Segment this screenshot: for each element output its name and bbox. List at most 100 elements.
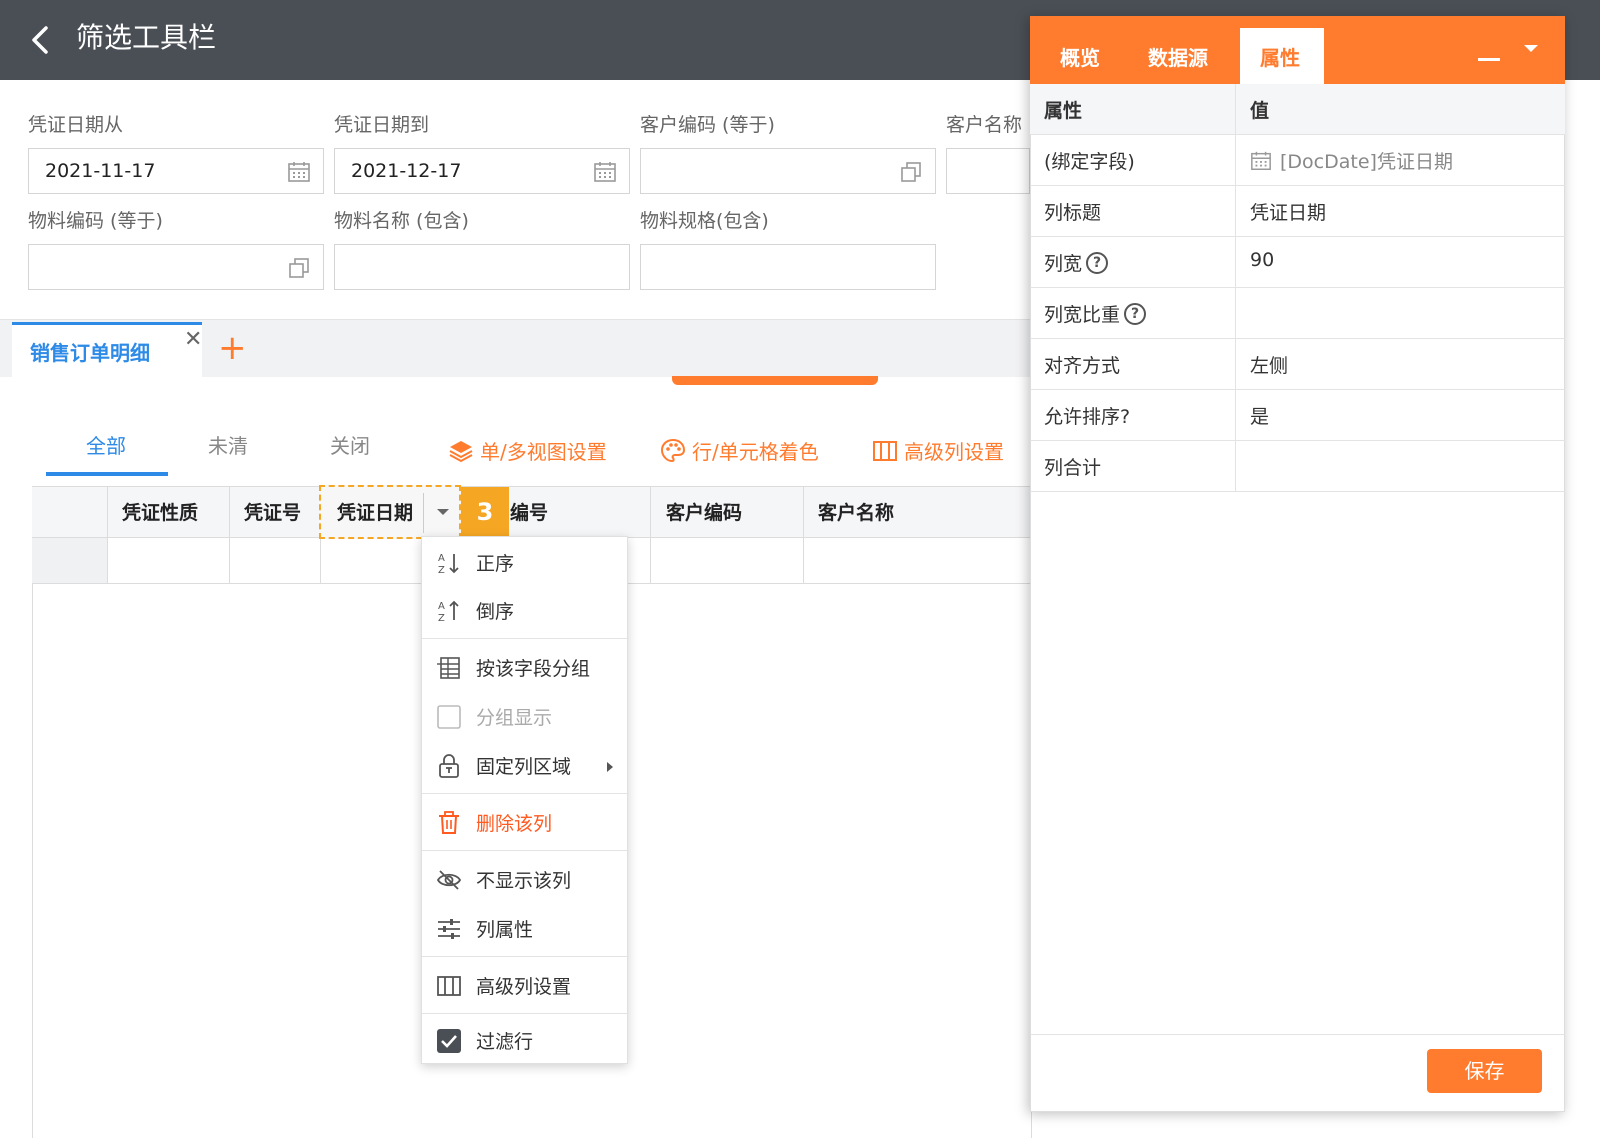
col-divider — [229, 486, 230, 584]
menu-label: 不显示该列 — [476, 870, 572, 892]
menu-item-group-by[interactable]: 按该字段分组 — [422, 644, 629, 690]
back-icon[interactable] — [26, 20, 56, 60]
column-header-customer-name[interactable]: 客户名称 — [818, 498, 894, 525]
add-tab-icon[interactable]: + — [218, 328, 247, 368]
menu-separator — [422, 793, 629, 794]
menu-item-freeze[interactable]: 固定列区域 — [422, 742, 629, 788]
column-header-voucher-no[interactable]: 凭证号 — [244, 498, 301, 525]
property-key: 列宽比重 — [1044, 304, 1121, 326]
copy-lookup-icon[interactable] — [899, 160, 923, 184]
subtab-underline — [46, 472, 168, 476]
close-icon[interactable]: ✕ — [184, 327, 202, 352]
customer-code-label: 客户编码 (等于) — [640, 114, 775, 136]
layers-icon — [449, 440, 473, 462]
subtab-open[interactable]: 未清 — [208, 430, 248, 459]
property-value[interactable]: 是 — [1250, 402, 1269, 429]
customer-name-input[interactable] — [946, 148, 1030, 194]
material-name-input[interactable] — [334, 244, 630, 290]
menu-separator — [422, 850, 629, 851]
property-header-key: 属性 — [1044, 100, 1083, 122]
columns-icon — [873, 440, 897, 461]
property-value[interactable]: 90 — [1250, 249, 1274, 271]
cell-divider — [1235, 135, 1236, 186]
customer-code-input[interactable] — [640, 148, 936, 194]
property-key: 对齐方式 — [1044, 355, 1121, 377]
columns-icon — [437, 976, 461, 996]
svg-text:Z: Z — [438, 613, 445, 624]
property-value[interactable]: 左侧 — [1250, 351, 1288, 378]
dropdown-icon[interactable] — [1524, 45, 1538, 52]
property-row-column-width[interactable]: 列宽 ? 90 — [1030, 237, 1565, 288]
property-row-column-title[interactable]: 列标题 凭证日期 — [1030, 186, 1565, 237]
copy-lookup-icon[interactable] — [287, 256, 311, 280]
menu-label: 倒序 — [476, 601, 515, 623]
menu-item-group-display[interactable]: 分组显示 — [422, 693, 629, 739]
subtab-all[interactable]: 全部 — [86, 430, 126, 459]
column-header-voucher-date[interactable]: 凭证日期 — [319, 485, 461, 539]
property-key: 列合计 — [1044, 457, 1102, 479]
voucher-date-to-input[interactable]: 2021-12-17 — [334, 148, 630, 194]
menu-item-advanced-columns[interactable]: 高级列设置 — [422, 962, 629, 1008]
row-header — [32, 538, 107, 584]
sliders-icon — [438, 919, 460, 939]
property-value[interactable]: [DocDate]凭证日期 — [1250, 147, 1453, 174]
panel-tab-datasource[interactable]: 数据源 — [1148, 42, 1208, 71]
panel-tab-properties[interactable]: 属性 — [1240, 28, 1324, 84]
property-row-alignment[interactable]: 对齐方式 左侧 — [1030, 339, 1565, 390]
menu-item-hide-column[interactable]: 不显示该列 — [422, 856, 629, 902]
lock-icon — [439, 754, 459, 778]
caret-down-icon[interactable] — [437, 509, 449, 515]
svg-text:Z: Z — [438, 565, 445, 576]
property-row-sortable[interactable]: 允许排序? 是 — [1030, 390, 1565, 441]
voucher-date-from-input[interactable]: 2021-11-17 — [28, 148, 324, 194]
menu-item-sort-desc[interactable]: AZ 倒序 — [422, 587, 629, 633]
voucher-date-to-value: 2021-12-17 — [351, 160, 462, 182]
col-divider — [650, 486, 651, 584]
menu-item-filter-row[interactable]: 过滤行 — [422, 1017, 629, 1063]
material-name-label: 物料名称 (包含) — [334, 210, 469, 232]
property-row-column-total[interactable]: 列合计 — [1030, 441, 1565, 492]
property-value[interactable]: 凭证日期 — [1250, 198, 1326, 225]
property-row-bound-field[interactable]: (绑定字段) [DocDate]凭证日期 — [1030, 135, 1565, 186]
panel-tab-overview[interactable]: 概览 — [1060, 42, 1100, 71]
menu-item-sort-asc[interactable]: AZ 正序 — [422, 539, 629, 585]
calendar-icon[interactable] — [593, 160, 617, 184]
menu-label: 删除该列 — [476, 813, 553, 835]
save-button[interactable]: 保存 — [1427, 1049, 1542, 1093]
view-settings-button[interactable]: 单/多视图设置 — [448, 436, 607, 465]
column-header-customer-code[interactable]: 客户编码 — [666, 498, 742, 525]
help-icon[interactable]: ? — [1086, 251, 1109, 274]
material-spec-input[interactable] — [640, 244, 936, 290]
column-header-order-no[interactable]: 编号 — [510, 498, 548, 525]
cell-divider — [1235, 339, 1236, 390]
advanced-columns-label: 高级列设置 — [904, 440, 1004, 464]
advanced-columns-button[interactable]: 高级列设置 — [872, 436, 1004, 465]
property-row-width-ratio[interactable]: 列宽比重 ? — [1030, 288, 1565, 339]
cell-coloring-button[interactable]: 行/单元格着色 — [660, 436, 819, 465]
help-icon[interactable]: ? — [1124, 302, 1147, 325]
material-code-label: 物料编码 (等于) — [28, 210, 163, 232]
column-header-voucher-type[interactable]: 凭证性质 — [122, 498, 198, 525]
tab-sales-order-detail[interactable]: 销售订单明细 ✕ — [12, 322, 202, 378]
menu-item-column-properties[interactable]: 列属性 — [422, 905, 629, 951]
material-code-input[interactable] — [28, 244, 324, 290]
submenu-arrow-icon — [607, 762, 613, 772]
property-key-wrap: 列宽比重 ? — [1044, 300, 1147, 327]
col-divider — [803, 486, 804, 584]
cell-divider — [1235, 288, 1236, 339]
subtab-closed[interactable]: 关闭 — [330, 430, 370, 459]
svg-text:A: A — [438, 553, 445, 564]
page-title: 筛选工具栏 — [76, 21, 217, 54]
menu-label: 按该字段分组 — [476, 658, 591, 680]
col-divider — [107, 486, 108, 584]
property-key: 允许排序? — [1044, 406, 1131, 428]
calendar-icon — [1251, 151, 1271, 170]
menu-item-delete-column[interactable]: 删除该列 — [422, 799, 629, 845]
property-key-wrap: 列宽 ? — [1044, 249, 1109, 276]
minimize-icon[interactable] — [1478, 58, 1500, 61]
menu-label: 列属性 — [476, 919, 534, 941]
menu-label: 正序 — [476, 553, 515, 575]
palette-icon — [660, 438, 686, 462]
calendar-icon[interactable] — [287, 160, 311, 184]
menu-label: 过滤行 — [476, 1031, 534, 1053]
